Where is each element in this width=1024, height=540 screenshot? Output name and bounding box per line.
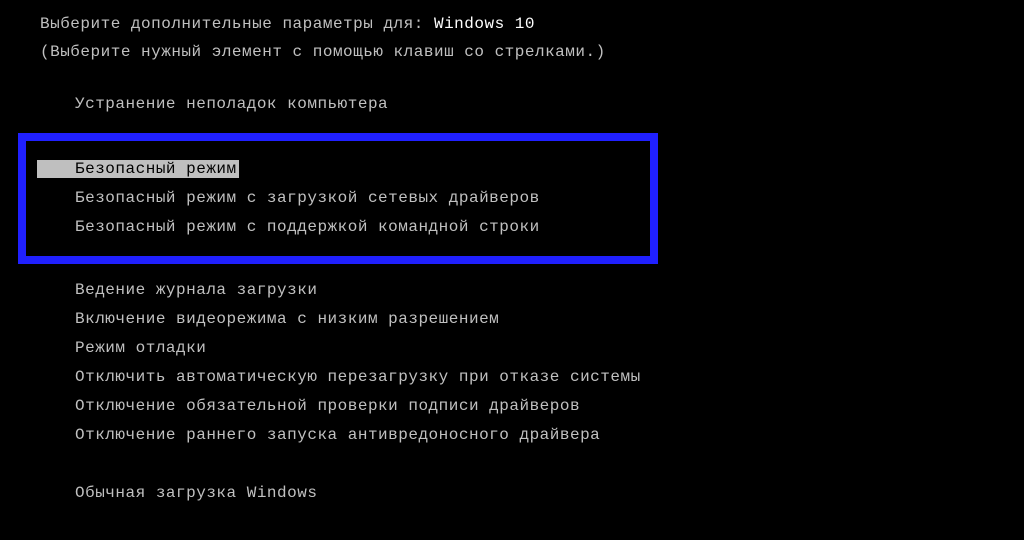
menu-item-safe-mode[interactable]: Безопасный режим: [75, 155, 650, 184]
menu-spacer: [75, 450, 1024, 479]
menu-item-low-res[interactable]: Включение видеорежима с низким разрешени…: [75, 305, 1024, 334]
safe-mode-group-highlight: Безопасный режим Безопасный режим с загр…: [18, 133, 658, 264]
boot-menu-instruction: (Выберите нужный элемент с помощью клави…: [0, 38, 1024, 66]
menu-item-no-elam[interactable]: Отключение раннего запуска антивредоносн…: [75, 421, 1024, 450]
title-prefix: Выберите дополнительные параметры для:: [40, 15, 434, 33]
menu-item-safe-mode-networking[interactable]: Безопасный режим с загрузкой сетевых дра…: [75, 184, 650, 213]
menu-item-repair[interactable]: Устранение неполадок компьютера: [75, 90, 1024, 119]
menu-item-boot-log[interactable]: Ведение журнала загрузки: [75, 276, 1024, 305]
menu-item-safe-mode-cmd[interactable]: Безопасный режим с поддержкой командной …: [75, 213, 650, 242]
menu-item-no-auto-restart[interactable]: Отключить автоматическую перезагрузку пр…: [75, 363, 1024, 392]
boot-menu: Устранение неполадок компьютера: [0, 90, 1024, 119]
selected-item: Безопасный режим: [37, 160, 239, 178]
menu-item-debug[interactable]: Режим отладки: [75, 334, 1024, 363]
menu-item-normal-boot[interactable]: Обычная загрузка Windows: [75, 479, 1024, 508]
title-os: Windows 10: [434, 15, 535, 33]
boot-menu-continued: Ведение журнала загрузки Включение видео…: [0, 276, 1024, 508]
menu-item-no-sig-enforce[interactable]: Отключение обязательной проверки подписи…: [75, 392, 1024, 421]
boot-menu-title: Выберите дополнительные параметры для: W…: [0, 10, 1024, 38]
